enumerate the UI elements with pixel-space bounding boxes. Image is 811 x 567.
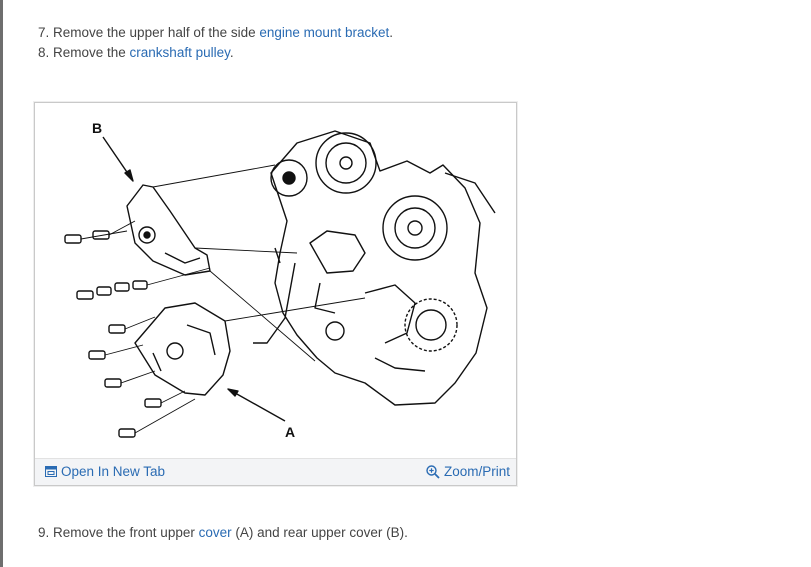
figure-toolbar: Open In New Tab Zoom/Print xyxy=(35,458,516,485)
step-7-suffix: . xyxy=(389,25,393,40)
magnifier-plus-icon xyxy=(426,464,440,479)
callout-a: A xyxy=(285,424,295,440)
engine-cover-diagram: B A xyxy=(64,120,496,440)
diagram-figure: B A Open In New Tab Zoom/Print xyxy=(34,102,517,486)
step-9: 9. Remove the front upper cover (A) and … xyxy=(38,523,408,543)
cam-pulley xyxy=(382,195,448,261)
rear-upper-cover-b xyxy=(126,184,211,276)
step-8-text: 8. Remove the xyxy=(38,45,130,60)
engine-block xyxy=(270,130,488,406)
open-tab-label: Open In New Tab xyxy=(61,464,166,479)
crankshaft-pulley-link[interactable]: crankshaft pulley xyxy=(130,45,230,60)
open-tab-icon xyxy=(45,466,57,477)
engine-mount-bracket-link[interactable]: engine mount bracket xyxy=(259,25,389,40)
bolts xyxy=(64,230,162,438)
crank-sprocket xyxy=(404,298,458,352)
step-8-suffix: . xyxy=(229,45,234,60)
step-7-text: 7. Remove the upper half of the side xyxy=(38,25,260,40)
zoom-print-label: Zoom/Print xyxy=(443,464,510,479)
zoom-print-link[interactable]: Zoom/Print xyxy=(426,464,510,479)
step-8: 8. Remove the crankshaft pulley. xyxy=(38,43,234,63)
upper-pulley xyxy=(315,132,377,194)
step-9-suffix: (A) and rear upper cover (B). xyxy=(231,525,408,540)
left-border xyxy=(0,0,3,567)
cover-link[interactable]: cover xyxy=(199,525,232,540)
callout-b: B xyxy=(92,120,102,136)
open-in-new-tab-link[interactable]: Open In New Tab xyxy=(45,464,165,479)
step-7: 7. Remove the upper half of the side eng… xyxy=(38,23,393,43)
step-9-text: 9. Remove the front upper xyxy=(38,525,199,540)
